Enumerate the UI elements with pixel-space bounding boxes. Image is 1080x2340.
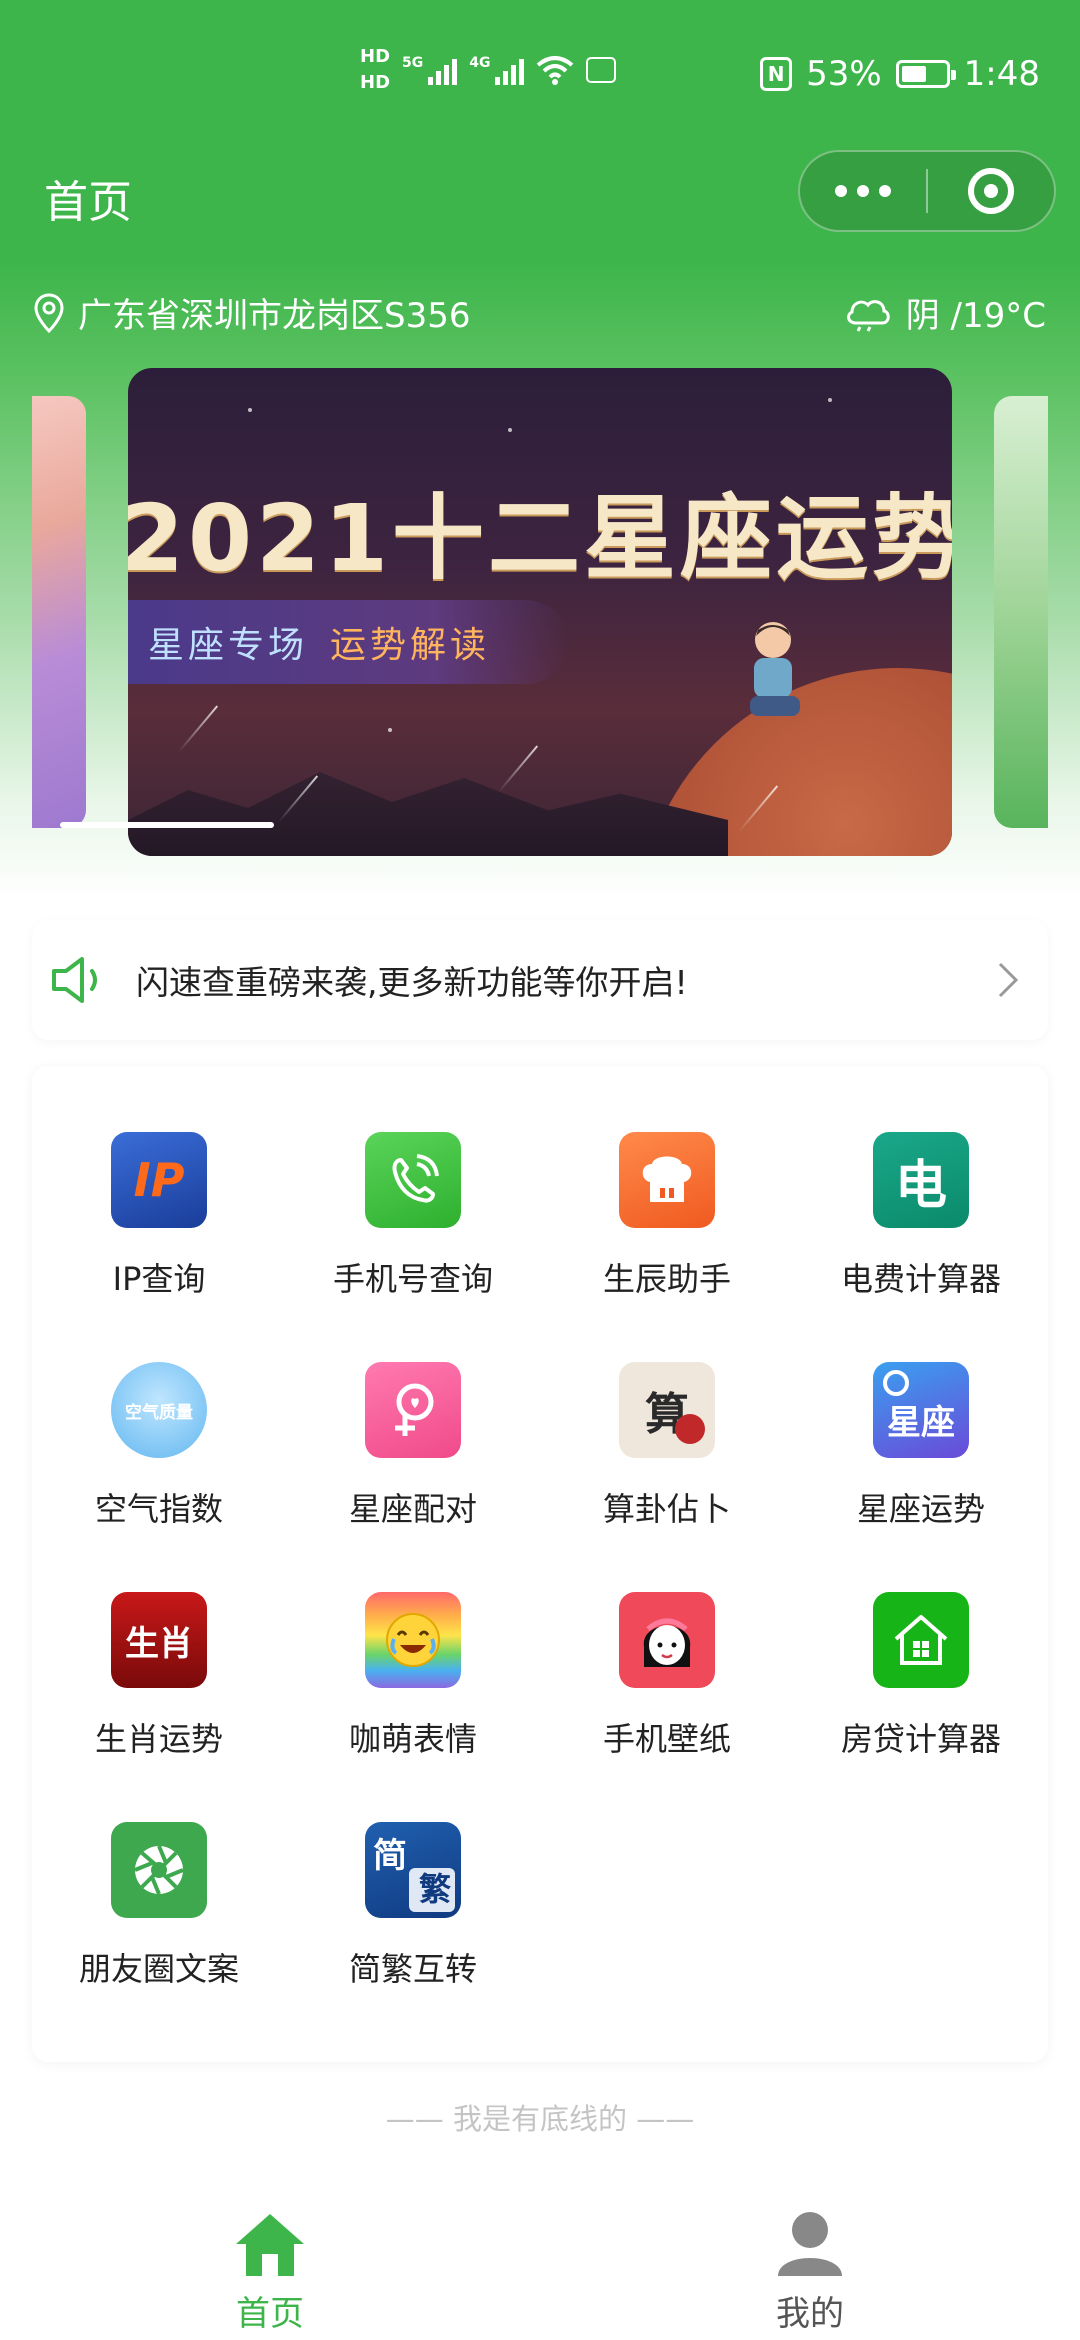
tab-mine[interactable]: 我的 [540, 2196, 1080, 2340]
app-simplified-traditional[interactable]: 简 繁 简繁互转 [286, 1822, 540, 1990]
tab-home[interactable]: 首页 [0, 2196, 540, 2340]
app-moments-copy[interactable]: 朋友圈文案 [32, 1822, 286, 1990]
app-label: 生肖运势 [94, 1720, 223, 1758]
app-label: 手机壁纸 [602, 1720, 731, 1758]
traditional-glyph: 繁 [418, 1870, 451, 1908]
app-birth-assistant[interactable]: 生辰助手 [540, 1132, 794, 1300]
carousel-indicator [60, 822, 274, 828]
notice-text: 闪速查重磅来袭,更多新功能等你开启! [136, 963, 688, 1002]
chef-hat-icon [619, 1132, 715, 1228]
hd-badges: HD HD [360, 46, 390, 94]
mini-program-capsule [798, 150, 1056, 232]
app-ip-query[interactable]: IP IP查询 [32, 1132, 286, 1300]
zodiac-fortune-glyph: 星座 [887, 1402, 955, 1443]
simplified-glyph: 简 [373, 1836, 407, 1876]
banner-prev-peek[interactable] [32, 396, 86, 828]
signal-icon: 5G [402, 55, 458, 85]
app-zodiac-match[interactable]: 星座配对 [286, 1362, 540, 1530]
target-close-icon[interactable] [928, 168, 1054, 214]
app-label: 电费计算器 [840, 1260, 1001, 1298]
app-emoji[interactable]: 咖萌表情 [286, 1592, 540, 1760]
more-dots-icon[interactable] [800, 185, 926, 197]
status-right: N 53% 1:48 [760, 54, 1040, 94]
banner-sub-b: 运势解读 [330, 625, 491, 666]
app-label: 手机号查询 [332, 1260, 493, 1298]
battery-icon [895, 60, 956, 88]
app-label: IP查询 [112, 1260, 206, 1298]
page-title: 首页 [44, 177, 132, 228]
banner-carousel[interactable]: 2021十二星座运势 星座专场 运势解读 [128, 368, 952, 856]
house-loan-icon [873, 1592, 969, 1688]
hd-badge-1: HD [360, 46, 391, 67]
aperture-icon [111, 1822, 207, 1918]
nfc-icon: N [760, 57, 793, 91]
network-label-1: 5G [402, 55, 424, 71]
clock: 1:48 [963, 54, 1040, 94]
home-icon [236, 2214, 304, 2276]
speaker-icon [52, 957, 97, 1003]
network-label-2: 4G [469, 55, 491, 71]
air-quality-glyph: 空气质量 [125, 1402, 193, 1423]
end-of-list-text: —— 我是有底线的 —— [385, 2102, 695, 2136]
location-bar[interactable]: 广东省深圳市龙岗区S356 [34, 288, 470, 337]
hd-badge-2: HD [360, 72, 391, 93]
electricity-glyph: 电 [894, 1155, 947, 1216]
battery-percent: 53% [806, 54, 882, 94]
app-mortgage-calculator[interactable]: 房贷计算器 [794, 1592, 1048, 1760]
simplified-traditional-icon: 简 繁 [365, 1822, 461, 1918]
banner-boy-illustration [750, 622, 800, 716]
app-label: 生辰助手 [602, 1260, 731, 1298]
banner-mountains [128, 772, 728, 856]
weather-info: 阴 /19°C [844, 288, 1046, 337]
app-label: 咖萌表情 [348, 1720, 477, 1758]
app-grid: IP IP查询 手机号查询 生辰助手 电 电费计算器 空气质量 空气指数 星座配… [32, 1132, 1048, 1990]
phone-call-icon [365, 1132, 461, 1228]
notice-bar[interactable]: 闪速查重磅来袭,更多新功能等你开启! [32, 920, 1048, 1040]
app-grid-card: IP IP查询 手机号查询 生辰助手 电 电费计算器 空气质量 空气指数 星座配… [32, 1066, 1048, 2062]
air-quality-icon: 空气质量 [111, 1362, 207, 1458]
banner-subtitle: 星座专场 运势解读 [128, 600, 568, 684]
cloud-icon [846, 299, 890, 332]
app-divination[interactable]: 算 算卦佔卜 [540, 1362, 794, 1530]
chinese-zodiac-icon: 生肖 [111, 1592, 207, 1688]
app-label: 星座运势 [856, 1490, 985, 1528]
user-icon [778, 2212, 842, 2276]
app-label: 朋友圈文案 [78, 1950, 239, 1988]
banner-next-peek[interactable] [994, 396, 1048, 828]
zodiac-match-icon [365, 1362, 461, 1458]
app-label: 算卦佔卜 [602, 1490, 731, 1528]
location-text: 广东省深圳市龙岗区S356 [78, 296, 471, 336]
app-chinese-zodiac[interactable]: 生肖 生肖运势 [32, 1592, 286, 1760]
app-label: 房贷计算器 [840, 1720, 1001, 1758]
banner-title: 2021十二星座运势 [128, 485, 952, 592]
chevron-right-icon [998, 962, 1019, 998]
tab-bar: 首页 我的 [0, 2196, 1080, 2340]
ip-icon: IP [111, 1132, 207, 1228]
app-label: 空气指数 [94, 1490, 223, 1528]
banner-sub-a: 星座专场 [148, 625, 309, 666]
location-pin-icon [34, 292, 64, 333]
wifi-icon [537, 56, 574, 85]
app-wallpaper[interactable]: 手机壁纸 [540, 1592, 794, 1760]
tab-home-label: 首页 [236, 2294, 304, 2334]
huawei-share-icon [586, 57, 617, 83]
wallpaper-girl-icon [619, 1592, 715, 1688]
app-phone-query[interactable]: 手机号查询 [286, 1132, 540, 1300]
status-bar: HD HD 5G 4G N 53% 1:48 [0, 0, 1080, 150]
electricity-icon: 电 [873, 1132, 969, 1228]
signal-icon: 4G [469, 55, 525, 85]
status-indicators: HD HD 5G 4G [360, 46, 617, 94]
tab-mine-label: 我的 [776, 2294, 844, 2334]
app-air-index[interactable]: 空气质量 空气指数 [32, 1362, 286, 1530]
app-zodiac-fortune[interactable]: 星座 星座运势 [794, 1362, 1048, 1530]
divination-icon: 算 [619, 1362, 715, 1458]
app-label: 星座配对 [348, 1490, 477, 1528]
chinese-zodiac-glyph: 生肖 [125, 1623, 193, 1664]
emoji-icon [365, 1592, 461, 1688]
weather-text: 阴 /19°C [905, 296, 1046, 336]
app-electricity-calculator[interactable]: 电 电费计算器 [794, 1132, 1048, 1300]
zodiac-fortune-icon: 星座 [873, 1362, 969, 1458]
app-label: 简繁互转 [348, 1950, 477, 1988]
